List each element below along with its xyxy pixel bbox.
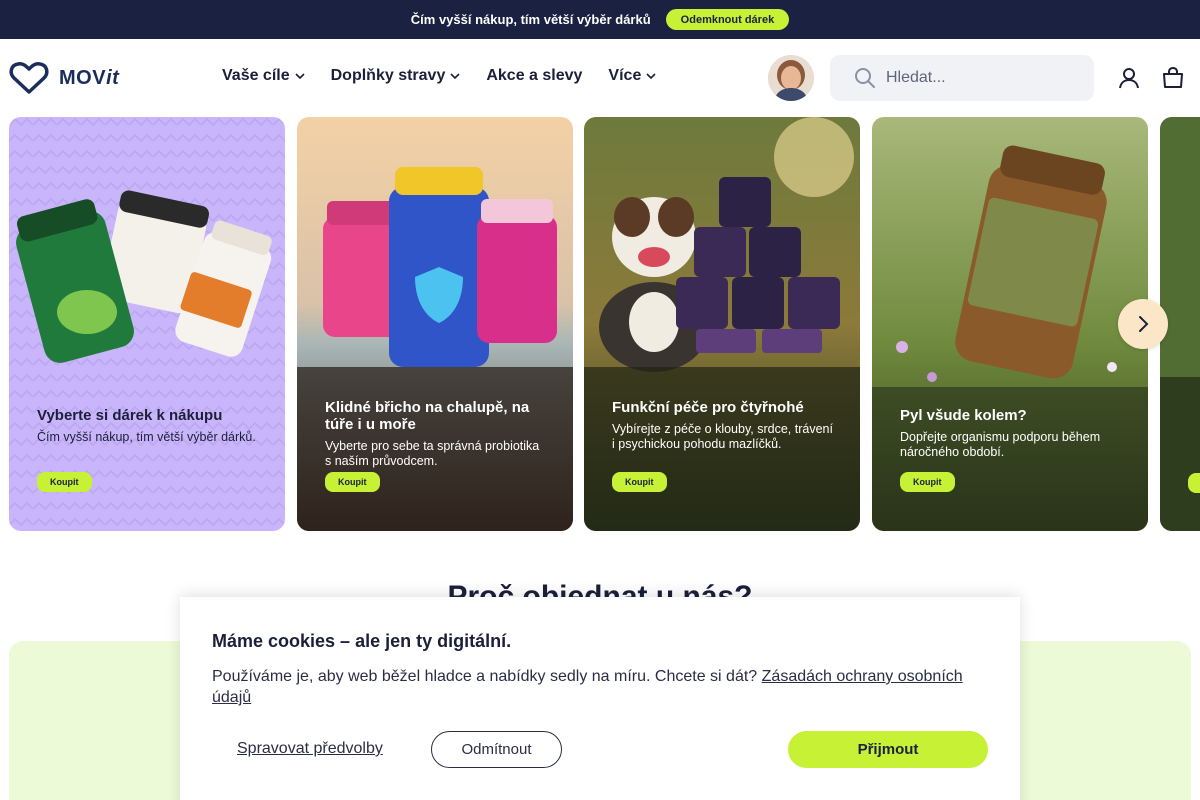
carousel-card[interactable]: Klidné břicho na chalupě, na túře i u mo…: [297, 117, 573, 531]
cookie-banner: Máme cookies – ale jen ty digitální. Pou…: [180, 597, 1020, 800]
nav-item-goals[interactable]: Vaše cíle: [222, 67, 305, 85]
heart-logo-icon: [9, 62, 49, 94]
carousel-next-button[interactable]: [1118, 299, 1168, 349]
chevron-down-icon: [450, 73, 460, 80]
chevron-down-icon: [646, 73, 656, 80]
unlock-gift-button[interactable]: Odemknout dárek: [665, 9, 790, 30]
card-image-allergy: [872, 117, 1148, 531]
card-text: Klidné břicho na chalupě, na túře i u mo…: [325, 399, 547, 469]
nav-label: Akce a slevy: [486, 67, 583, 84]
accept-cookies-button[interactable]: Přijmout: [788, 731, 988, 768]
card-title: Vyberte si dárek k nákupu: [37, 407, 223, 424]
nav-label: Více: [608, 67, 642, 84]
nav-item-supplements[interactable]: Doplňky stravy: [331, 67, 461, 85]
nav-label: Doplňky stravy: [330, 67, 446, 84]
carousel-card[interactable]: Pyl všude kolem? Dopřejte organismu podp…: [872, 117, 1148, 531]
buy-button[interactable]: Koupit: [325, 472, 380, 492]
promo-text: Čím vyšší nákup, tím větší výběr dárků: [410, 12, 651, 27]
nav-label: Vaše cíle: [222, 67, 290, 84]
card-image-pets: [584, 117, 860, 531]
carousel-card[interactable]: Vyberte si dárek k nákupu Čím vyšší náku…: [9, 117, 285, 531]
main-nav: Vaše cíle Doplňky stravy Akce a slevy Ví…: [222, 67, 656, 85]
card-text: Funkční péče pro čtyřnohé Vybírejte z pé…: [612, 399, 834, 452]
carousel-card[interactable]: Funkční péče pro čtyřnohé Vybírejte z pé…: [584, 117, 860, 531]
card-image-gifts: [9, 117, 285, 531]
promo-bar: Čím vyšší nákup, tím větší výběr dárků O…: [0, 0, 1200, 39]
chevron-right-icon: [1139, 316, 1149, 332]
card-title: Funkční péče pro čtyřnohé: [612, 399, 804, 416]
card-title: Klidné břicho na chalupě, na túře i u mo…: [325, 399, 530, 433]
nav-item-more[interactable]: Více: [608, 67, 656, 85]
reject-cookies-button[interactable]: Odmítnout: [431, 731, 562, 768]
search-box[interactable]: [830, 55, 1094, 101]
card-desc: Vybírejte z péče o klouby, srdce, tráven…: [612, 422, 833, 451]
card-desc: Vyberte pro sebe ta správná probiotika s…: [325, 439, 540, 468]
buy-button[interactable]: Koupit: [900, 472, 955, 492]
cart-icon[interactable]: [1161, 66, 1185, 90]
avatar-image: [768, 55, 814, 101]
logo-text: MOVit: [59, 66, 120, 89]
cookie-description: Používáme je, aby web běžel hladce a nab…: [212, 668, 758, 685]
cookie-title: Máme cookies – ale jen ty digitální.: [212, 631, 512, 651]
search-input[interactable]: [886, 69, 1076, 87]
card-text: Pyl všude kolem? Dopřejte organismu podp…: [900, 407, 1122, 460]
card-title: Pyl všude kolem?: [900, 407, 1027, 424]
promo-carousel: Vyberte si dárek k nákupu Čím vyšší náku…: [9, 117, 1200, 531]
user-icon[interactable]: [1117, 66, 1141, 90]
buy-button[interactable]: Koupit: [37, 472, 92, 492]
advisor-avatar[interactable]: [768, 55, 814, 101]
cookie-actions: Spravovat předvolby Odmítnout Přijmout: [212, 731, 988, 769]
cookie-text: Používáme je, aby web běžel hladce a nab…: [212, 666, 988, 708]
nav-item-deals[interactable]: Akce a slevy: [486, 67, 582, 85]
card-desc: Čím vyšší nákup, tím větší výběr dárků.: [37, 430, 256, 444]
chevron-down-icon: [295, 73, 305, 80]
card-text: Vyberte si dárek k nákupu Čím vyšší náku…: [37, 407, 259, 445]
card-desc: Dopřejte organismu podporu během náročné…: [900, 430, 1101, 459]
manage-preferences-link[interactable]: Spravovat předvolby: [237, 740, 383, 758]
logo-link[interactable]: MOVit: [9, 61, 119, 95]
buy-button[interactable]: Koupit: [612, 472, 667, 492]
search-icon: [855, 68, 875, 88]
